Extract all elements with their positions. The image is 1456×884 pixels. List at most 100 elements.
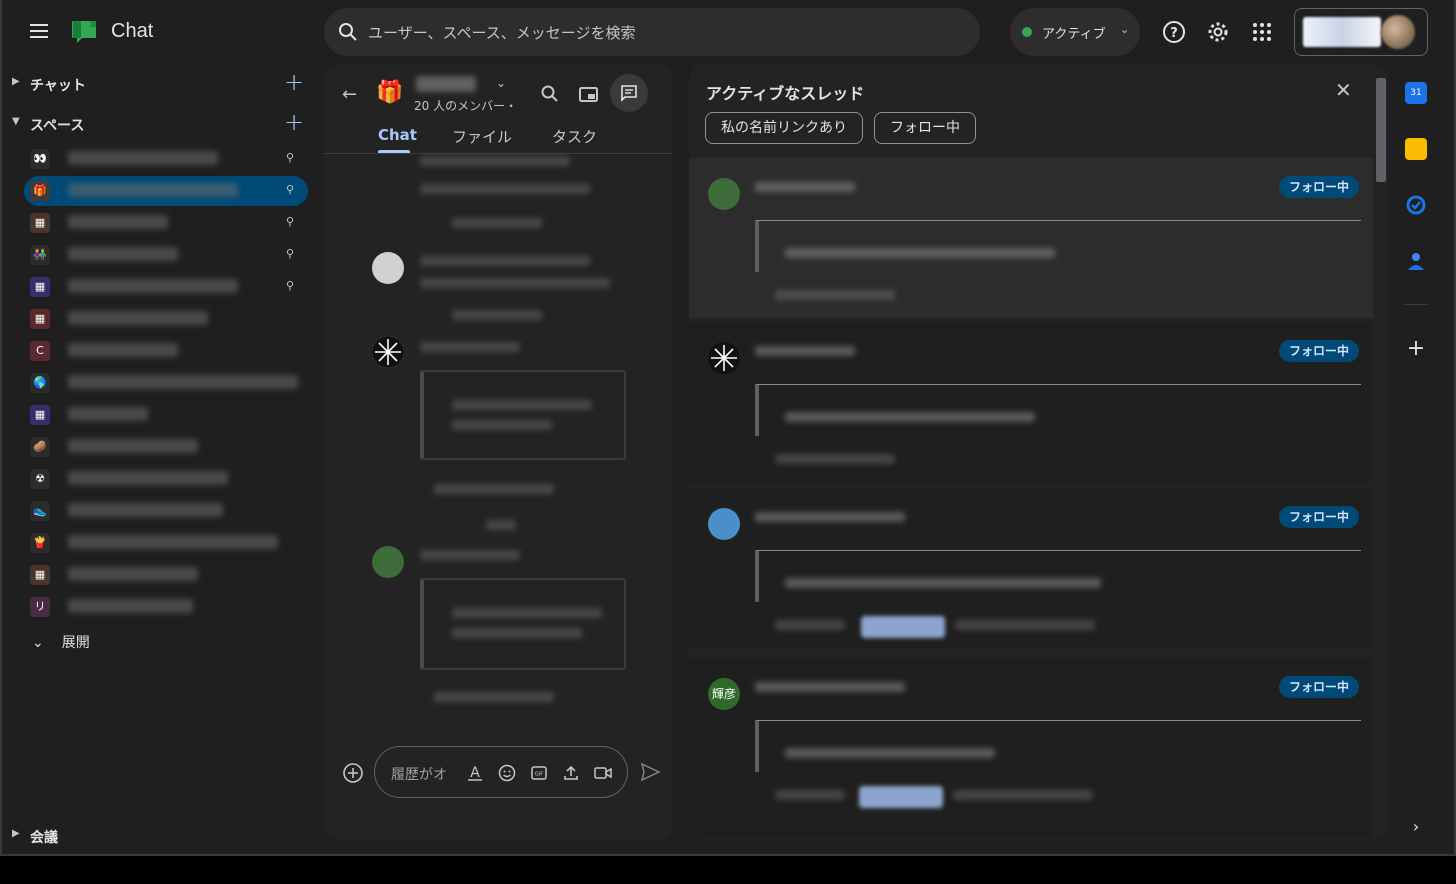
pin-icon[interactable]: ⚲ [286,151,294,164]
space-item[interactable]: 👟 [24,496,308,526]
pin-icon[interactable]: ⚲ [286,183,294,196]
space-item[interactable]: 👫 ⚲ [24,240,308,270]
help-icon[interactable]: ? [1162,20,1186,44]
tab-chat[interactable]: Chat [378,126,417,144]
active-tab-indicator [378,150,410,153]
emoji-icon[interactable] [497,763,517,783]
expand-spaces-button[interactable]: ⌄ 展開 [32,632,90,652]
message-card[interactable] [420,578,626,670]
follow-badge[interactable]: フォロー中 [1279,340,1359,362]
calendar-icon[interactable]: 31 [1405,82,1427,104]
space-name [68,535,278,549]
thread-author [755,182,855,192]
chat-section-header[interactable]: ▶ チャット + [2,64,320,104]
upload-icon[interactable] [561,763,581,783]
filter-chip-mentions[interactable]: 私の名前リンクあり [705,112,863,144]
keep-icon[interactable] [1405,138,1427,160]
add-plus-circle-icon[interactable] [342,762,364,784]
gif-icon[interactable]: GIF [529,763,549,783]
picture-in-picture-icon[interactable] [574,80,602,108]
user-avatar[interactable] [372,336,404,368]
thread-item[interactable]: フォロー中 [689,322,1373,482]
filter-chip-following[interactable]: フォロー中 [874,112,976,144]
tasks-icon[interactable] [1405,194,1427,216]
space-name [68,343,178,357]
search-icon[interactable] [536,80,564,108]
message-card[interactable] [420,370,626,460]
space-name [68,407,148,421]
meetings-section-header[interactable]: ▶ 会議 [2,816,320,856]
thread-card-overlay [1109,220,1361,272]
pin-icon[interactable]: ⚲ [286,247,294,260]
eyes-emoji-icon: 👀 [30,149,50,169]
thread-item[interactable]: 輝彦 フォロー中 [689,658,1373,838]
send-icon[interactable] [638,760,662,784]
reply-meta [775,620,845,630]
chevron-down-icon[interactable]: ⌄ [496,76,506,90]
pin-icon[interactable]: ⚲ [286,279,294,292]
scrollbar-thumb[interactable] [1376,78,1386,182]
google-chat-logo [72,21,96,43]
space-item[interactable]: 🥔 [24,432,308,462]
message-date [452,218,542,228]
space-item[interactable]: ☢ [24,464,308,494]
video-meeting-icon[interactable] [593,763,613,783]
user-avatar[interactable] [372,546,404,578]
thread-card-overlay [1109,720,1361,772]
meetings-section-label: 会議 [30,830,58,846]
new-chat-plus-icon[interactable]: + [284,70,304,94]
space-item[interactable]: ▦ [24,304,308,334]
card-text [452,400,592,410]
chevron-right-icon[interactable]: › [1405,816,1427,838]
fries-emoji-icon: 🍟 [30,533,50,553]
settings-gear-icon[interactable] [1206,20,1230,44]
account-switcher[interactable] [1294,8,1428,56]
follow-badge[interactable]: フォロー中 [1279,676,1359,698]
threads-button[interactable] [610,74,648,112]
follow-badge[interactable]: フォロー中 [1279,506,1359,528]
space-item[interactable]: 🍟 [24,528,308,558]
space-name[interactable] [416,76,476,92]
avatar-emblem-icon [372,336,404,368]
contacts-icon[interactable] [1405,250,1427,272]
search-bar[interactable]: ユーザー、スペース、メッセージを検索 [324,8,980,56]
thread-item[interactable]: フォロー中 [689,488,1373,648]
space-item[interactable]: リ [24,592,308,622]
space-item[interactable]: 👀 ⚲ [24,144,308,174]
space-item[interactable]: ▦ ⚲ [24,272,308,302]
user-avatar[interactable] [372,252,404,284]
threads-scrollbar[interactable] [1374,66,1386,836]
back-arrow-icon[interactable]: ← [342,84,357,105]
svg-text:GIF: GIF [535,772,543,778]
apps-grid-icon[interactable] [1250,20,1274,44]
space-item[interactable]: ▦ ⚲ [24,208,308,238]
account-avatar [1381,15,1415,49]
thread-item[interactable]: フォロー中 [689,158,1373,318]
add-addon-plus-icon[interactable]: + [1405,338,1427,360]
space-name [68,599,193,613]
space-item[interactable]: 🌎 [24,368,308,398]
mention-tag [859,786,943,808]
space-name [68,439,198,453]
space-item[interactable]: 🎁 ⚲ [24,176,308,206]
expand-label: 展開 [61,635,90,651]
gift-emoji-icon: 🎁 [30,181,50,201]
grid-icon: ▦ [30,277,50,297]
space-item[interactable]: ▦ [24,560,308,590]
space-item[interactable]: ▦ [24,400,308,430]
space-item[interactable]: C [24,336,308,366]
spaces-section-header[interactable]: ▼ スペース + [2,104,320,144]
letter-ri-icon: リ [30,597,50,617]
thread-text [785,248,1055,258]
main-menu-icon[interactable] [26,20,54,44]
text-format-icon[interactable]: A [465,763,485,783]
tab-tasks[interactable]: タスク [552,126,597,147]
message-composer[interactable]: 履歴がオ A GIF [374,746,628,798]
close-icon[interactable]: ✕ [1335,78,1352,102]
new-space-plus-icon[interactable]: + [284,110,304,134]
member-count[interactable]: 20 人のメンバー・ [414,97,517,114]
status-dropdown[interactable]: アクティブ ⌄ [1010,8,1140,56]
pin-icon[interactable]: ⚲ [286,215,294,228]
follow-badge[interactable]: フォロー中 [1279,176,1359,198]
tab-files[interactable]: ファイル [452,126,512,147]
